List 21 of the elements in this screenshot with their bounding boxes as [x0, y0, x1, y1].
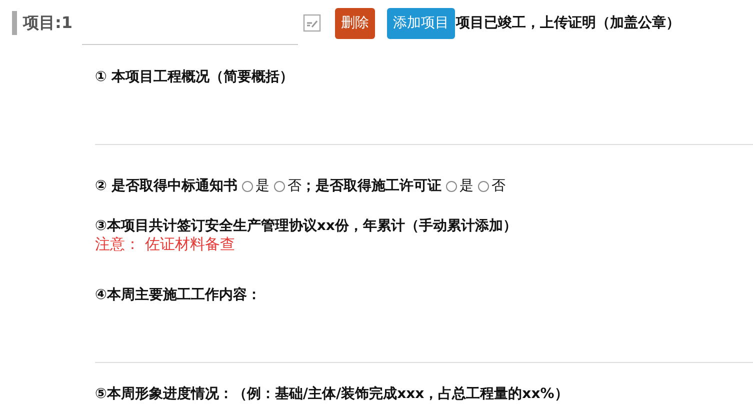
edit-icon[interactable]	[303, 14, 321, 32]
question-label: ；是否取得施工许可证	[302, 177, 442, 195]
radio-button[interactable]	[242, 180, 253, 192]
add-button[interactable]: 添加项目	[387, 8, 455, 38]
radio-label: 否	[492, 177, 506, 195]
radio-label: 否	[288, 177, 302, 195]
radio-label: 是	[460, 177, 474, 195]
title-marker	[12, 11, 17, 35]
radio-button[interactable]	[478, 180, 489, 192]
section-heading: ③本项目共计签订安全生产管理协议xx份，年累计（手动累计添加）	[95, 217, 518, 235]
question-label: ② 是否取得中标通知书	[95, 177, 238, 195]
note-text: 注意： 佐证材料备查	[95, 235, 236, 254]
completion-label: 项目已竣工，上传证明（加盖公章）	[456, 14, 680, 32]
radio-button[interactable]	[446, 180, 457, 192]
section-heading: ④本周主要施工工作内容：	[95, 286, 262, 304]
delete-button[interactable]: 删除	[335, 8, 375, 38]
radio-button[interactable]	[274, 180, 285, 192]
section-heading: ⑤本周形象进度情况：（例：基础/主体/装饰完成xxx，占总工程量的xx%）	[95, 385, 570, 403]
project-title: 项目:1	[23, 12, 74, 34]
section-heading: ① 本项目工程概况（简要概括）	[95, 68, 295, 86]
radio-label: 是	[256, 177, 270, 195]
